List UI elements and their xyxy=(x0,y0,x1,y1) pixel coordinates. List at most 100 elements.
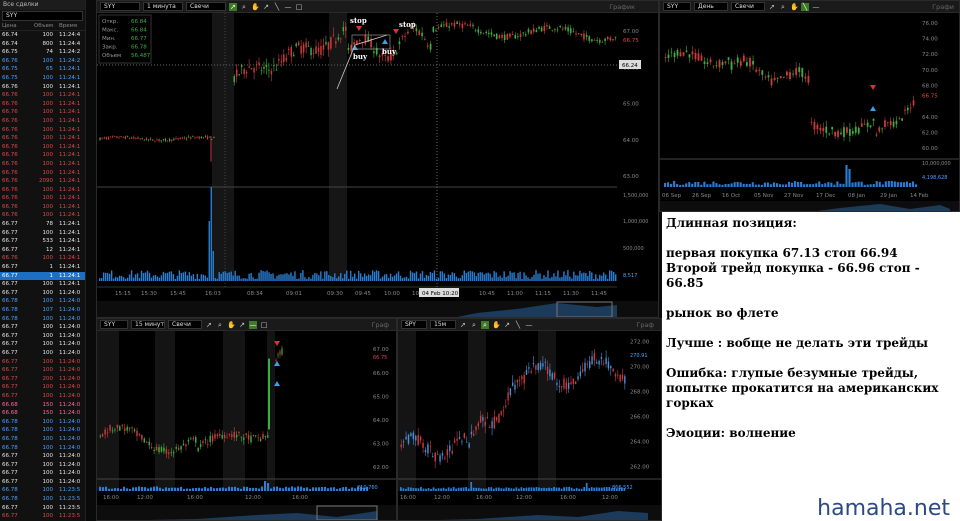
tas-row[interactable]: 66.77 100 11:24:0 xyxy=(0,349,85,358)
main-candle xyxy=(290,47,292,57)
tas-row[interactable]: 66.77 100 11:24:0 xyxy=(0,478,85,487)
tas-row[interactable]: 66.78 100 11:23:5 xyxy=(0,495,85,504)
tas-row[interactable]: 66.78 100 11:24:0 xyxy=(0,426,85,435)
tas-row[interactable]: 66.76 100 11:24:1 xyxy=(0,254,85,263)
tas-price: 66.77 xyxy=(2,272,18,279)
tas-row[interactable]: 66.78 100 11:24:0 xyxy=(0,315,85,324)
tas-row[interactable]: 66.76 100 11:24:1 xyxy=(0,83,85,92)
tas-row[interactable]: 66.77 1 11:24:1 xyxy=(0,271,85,281)
main-volume-bar xyxy=(116,277,119,281)
notes-line6: Эмоции: волнение xyxy=(666,426,796,440)
main-candle xyxy=(347,47,350,50)
tas-row[interactable]: 66.76 100 11:24:1 xyxy=(0,143,85,152)
main-candle xyxy=(312,53,315,55)
tas-row[interactable]: 66.77 100 11:23:5 xyxy=(0,504,85,513)
tas-row[interactable]: 66.76 2090 11:24:1 xyxy=(0,177,85,186)
tas-row[interactable]: 66.77 100 11:24:0 xyxy=(0,332,85,341)
tas-row[interactable]: 66.68 150 11:24:0 xyxy=(0,409,85,418)
main-candle xyxy=(245,72,248,74)
tas-time: 11:24:1 xyxy=(59,143,81,150)
daily-candle xyxy=(837,131,839,138)
main-volume-bar xyxy=(509,271,511,281)
main-time-tick: 15:15 xyxy=(115,291,131,297)
tas-col-volume[interactable]: Объем xyxy=(30,22,56,30)
tas-row[interactable]: 66.76 100 11:24:1 xyxy=(0,151,85,160)
tas-row[interactable]: 66.76 100 11:24:1 xyxy=(0,134,85,143)
daily-volume-bar xyxy=(881,184,884,187)
tas-row[interactable]: 66.78 100 11:24:0 xyxy=(0,435,85,444)
spy-candle xyxy=(507,392,509,401)
main-volume-bar xyxy=(575,275,577,281)
tas-row[interactable]: 66.77 100 11:24:0 xyxy=(0,289,85,298)
tas-row[interactable]: 66.76 100 11:24:2 xyxy=(0,57,85,66)
tas-row[interactable]: 66.77 533 11:24:1 xyxy=(0,237,85,246)
daily-candle xyxy=(801,68,804,78)
tas-row[interactable]: 66.77 100 11:24:1 xyxy=(0,229,85,238)
tas-row[interactable]: 66.78 100 11:24:0 xyxy=(0,297,85,306)
tas-row[interactable]: 66.78 100 11:24:0 xyxy=(0,418,85,427)
main-candle xyxy=(263,66,265,69)
main-volume-bar xyxy=(216,278,218,281)
tas-row[interactable]: 66.75 74 11:24:2 xyxy=(0,48,85,57)
tas-row[interactable]: 66.78 100 11:23:5 xyxy=(0,486,85,495)
tas-row[interactable]: 66.77 100 11:24:0 xyxy=(0,469,85,478)
tas-row[interactable]: 66.76 100 11:24:1 xyxy=(0,108,85,117)
main-volume-bar xyxy=(186,275,189,281)
tas-row[interactable]: 66.76 100 11:24:1 xyxy=(0,91,85,100)
main-chart-canvas[interactable]: Откр. 66.84 Макс. 66.84 Мин. 66.77 Закр. 66.78 О… xyxy=(97,1,659,318)
tas-row[interactable]: 66.77 100 11:23:5 xyxy=(0,512,85,521)
tas-row[interactable]: 66.76 100 11:24:1 xyxy=(0,194,85,203)
tas-row[interactable]: 66.76 100 11:24:1 xyxy=(0,100,85,109)
tas-row[interactable]: 66.77 100 11:24:0 xyxy=(0,366,85,375)
tas-row[interactable]: 66.78 100 11:24:0 xyxy=(0,444,85,453)
tas-row[interactable]: 66.76 100 11:24:1 xyxy=(0,186,85,195)
tas-row[interactable]: 66.76 100 11:24:1 xyxy=(0,117,85,126)
main-volume-bar xyxy=(611,270,613,281)
tas-row[interactable]: 66.77 100 11:24:0 xyxy=(0,383,85,392)
tas-row[interactable]: 66.77 200 11:24:0 xyxy=(0,375,85,384)
daily-volume-bar xyxy=(730,183,733,187)
tas-row[interactable]: 66.76 100 11:24:1 xyxy=(0,169,85,178)
tas-time: 11:24:0 xyxy=(59,289,81,296)
tas-symbol-input[interactable]: SYY xyxy=(2,11,83,21)
daily-chart-canvas[interactable]: 76.00 74.00 72.00 70.00 68.00 66.75 64.00 62.00… xyxy=(660,1,960,212)
tas-row[interactable]: 66.76 100 11:24:1 xyxy=(0,160,85,169)
tas-row[interactable]: 66.76 100 11:24:1 xyxy=(0,126,85,135)
tas-row[interactable]: 66.74 100 11:24:4 xyxy=(0,31,85,40)
tas-row[interactable]: 66.77 12 11:24:1 xyxy=(0,246,85,255)
tas-row[interactable]: 66.75 65 11:24:1 xyxy=(0,65,85,74)
main-volume-bar xyxy=(463,270,465,281)
daily-volume-bar xyxy=(757,184,760,187)
main-volume-bar xyxy=(190,275,193,281)
tas-row[interactable]: 66.76 100 11:24:1 xyxy=(0,203,85,212)
m15-volume-bar xyxy=(333,487,336,491)
tas-row[interactable]: 66.77 100 11:24:0 xyxy=(0,392,85,401)
tas-row[interactable]: 66.78 107 11:24:0 xyxy=(0,306,85,315)
tas-row[interactable]: 66.77 100 11:24:0 xyxy=(0,323,85,332)
tas-row[interactable]: 66.77 100 11:24:0 xyxy=(0,340,85,349)
tas-row[interactable]: 66.77 100 11:24:0 xyxy=(0,461,85,470)
main-candle xyxy=(317,47,320,52)
tas-row[interactable]: 66.68 150 11:24:0 xyxy=(0,401,85,410)
main-volume-bar xyxy=(122,277,125,281)
daily-candle xyxy=(703,61,706,65)
daily-volume-bar xyxy=(905,181,909,187)
tas-row[interactable]: 66.77 100 11:24:1 xyxy=(0,280,85,289)
spy-chart-canvas[interactable]: 272.00 270.00 268.00 266.00 264.00 262.00 270.… xyxy=(398,319,662,521)
tas-row[interactable]: 66.77 1 11:24:1 xyxy=(0,263,85,272)
m15-candle xyxy=(209,435,211,442)
tas-col-price[interactable]: Цена xyxy=(0,22,30,30)
tas-time: 11:24:0 xyxy=(59,375,81,382)
tas-col-time[interactable]: Время xyxy=(56,22,85,30)
tas-row[interactable]: 66.77 100 11:24:0 xyxy=(0,358,85,367)
tas-row[interactable]: 66.77 100 11:24:0 xyxy=(0,452,85,461)
m15-time-tick: 16:00 xyxy=(187,495,203,501)
tas-row[interactable]: 66.77 78 11:24:1 xyxy=(0,220,85,229)
tas-row[interactable]: 66.75 100 11:24:1 xyxy=(0,74,85,83)
tas-row[interactable]: 66.74 800 11:24:4 xyxy=(0,40,85,49)
spy-volume-bar xyxy=(568,486,571,491)
m15-chart-canvas[interactable]: 67.00 66.00 65.00 64.00 63.00 62.00 66.75 210,7… xyxy=(97,319,397,521)
main-candle xyxy=(285,57,288,61)
main-volume-bar xyxy=(320,271,322,281)
tas-row[interactable]: 66.76 100 11:24:1 xyxy=(0,211,85,220)
